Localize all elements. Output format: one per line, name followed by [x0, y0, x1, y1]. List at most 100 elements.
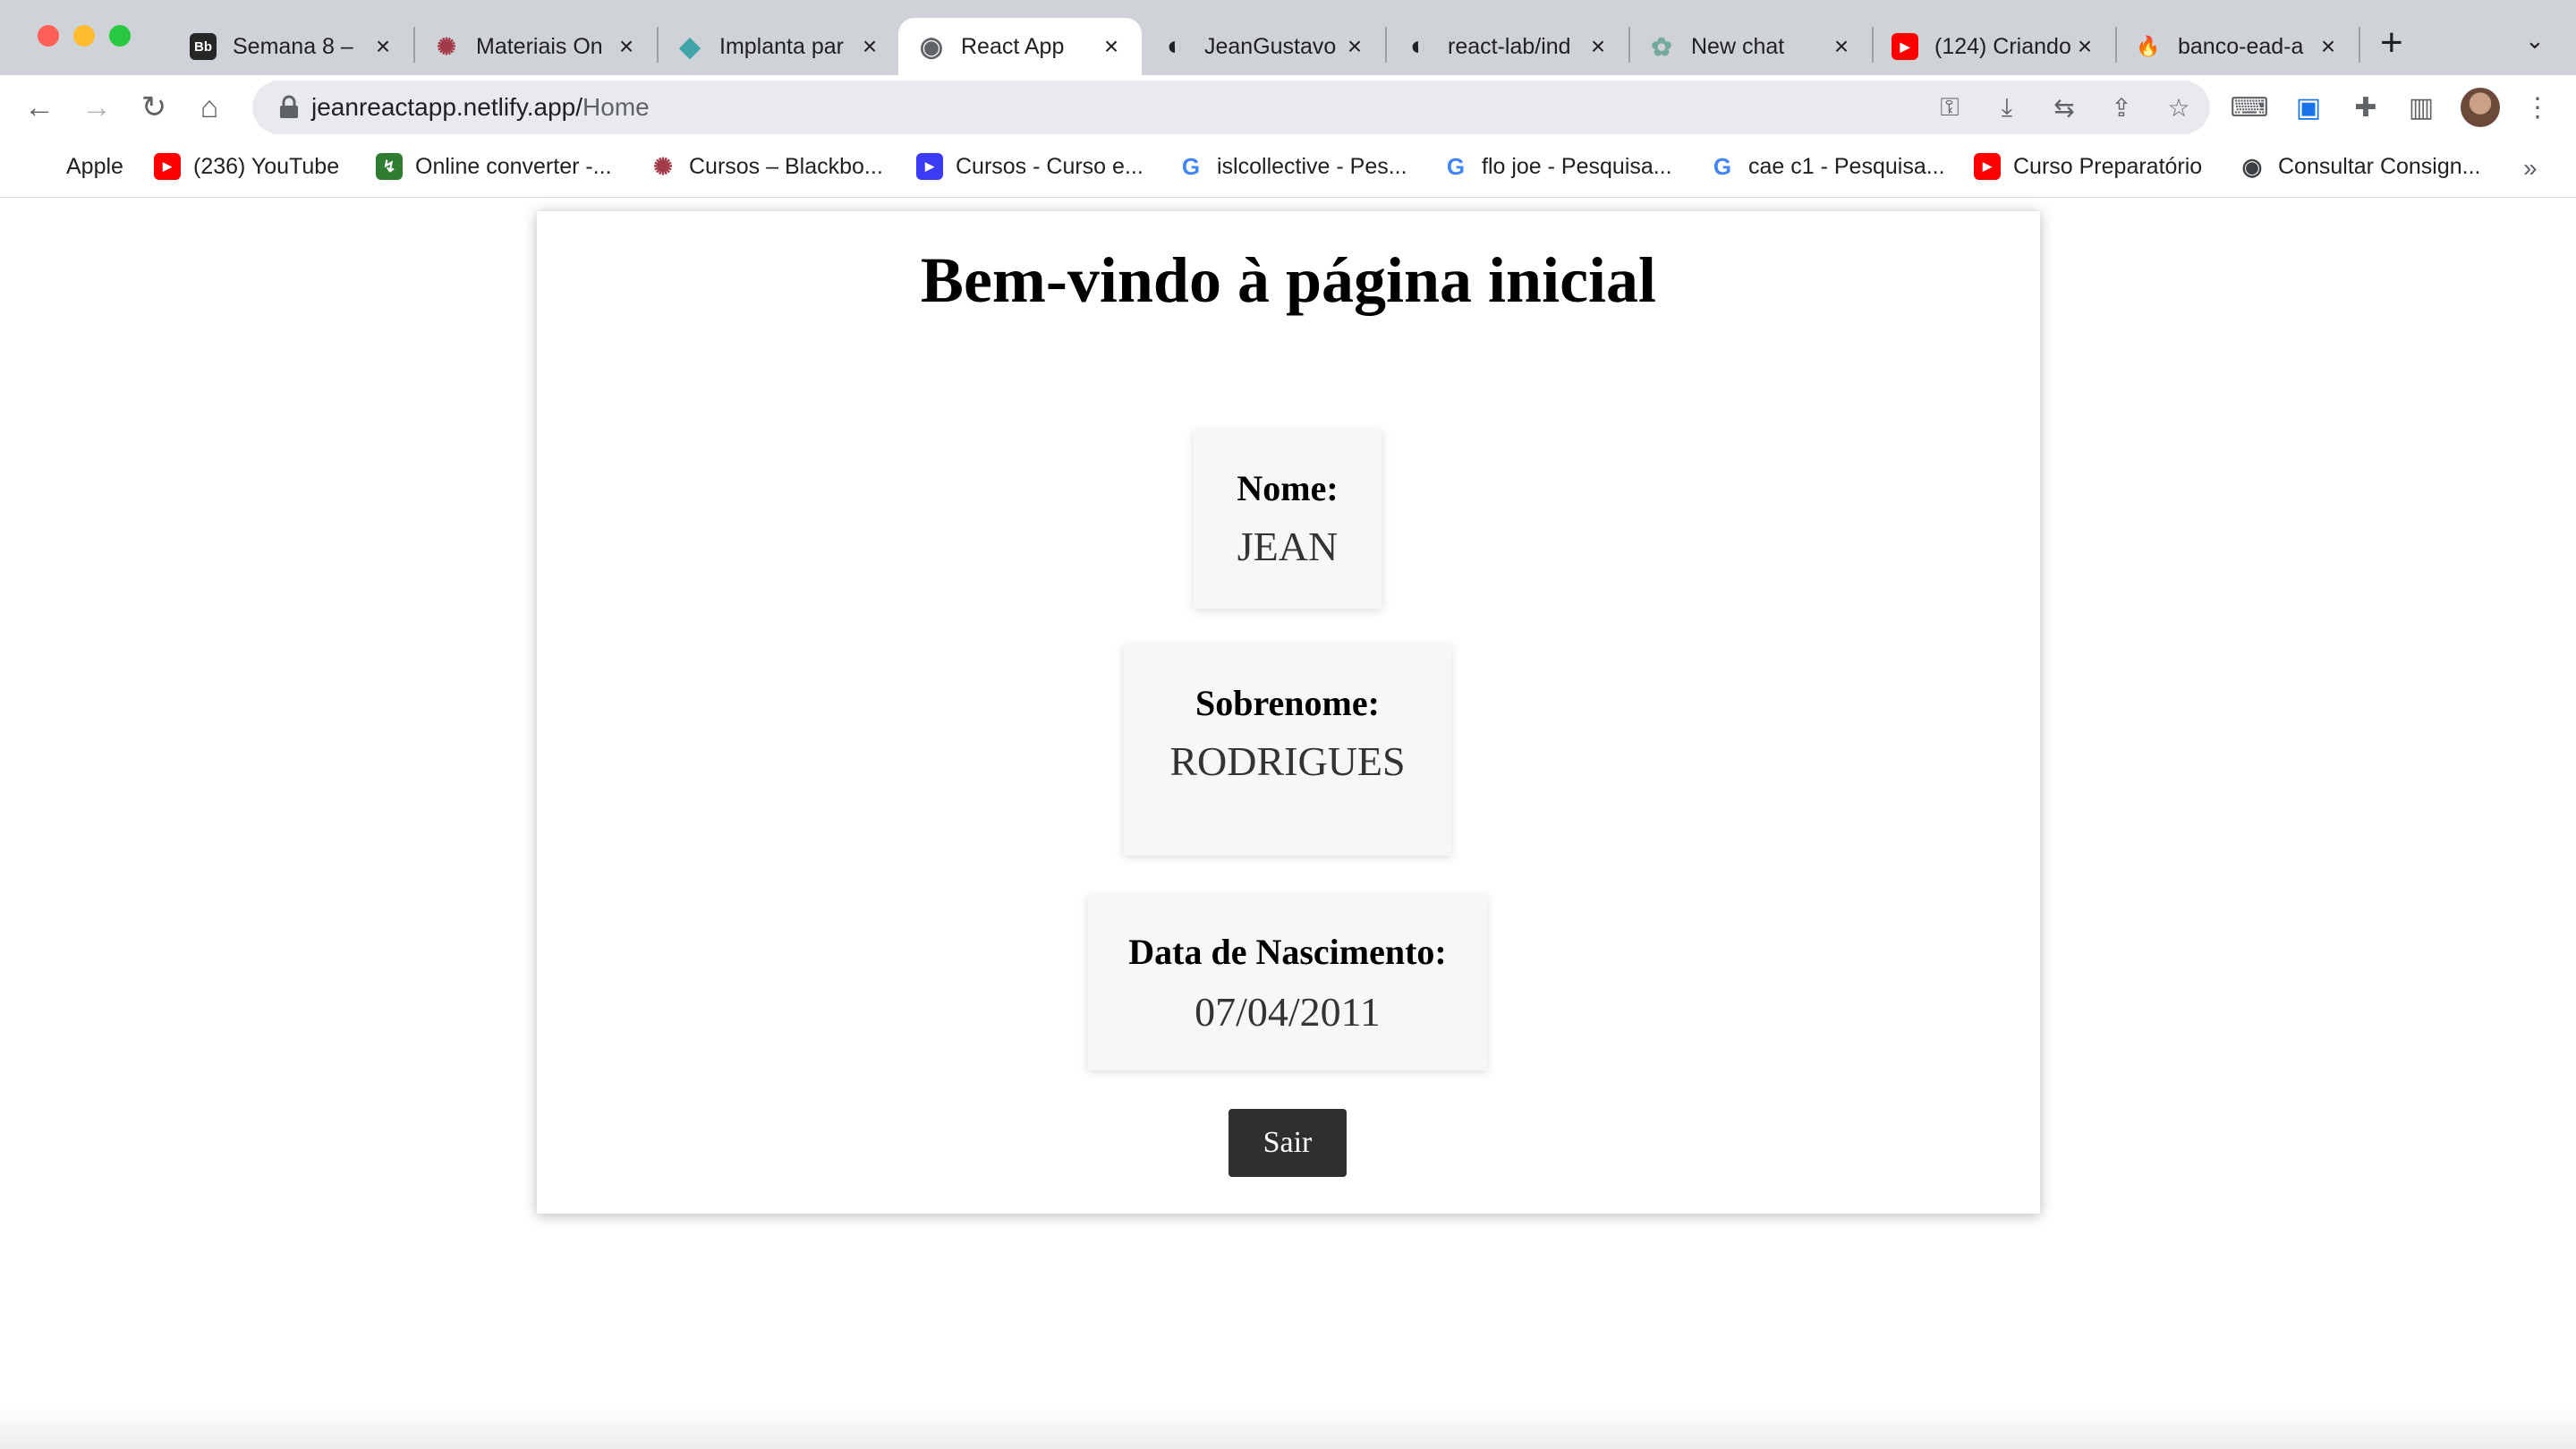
tab-title: banco-ead-a [2178, 33, 2304, 59]
tab-new-chat[interactable]: ✿ New chat × [1628, 18, 1874, 75]
bookmark-online-converter[interactable]: ↯ Online converter -... [376, 149, 612, 184]
share-icon[interactable]: ⇪ [2106, 92, 2137, 123]
close-tab-icon[interactable]: × [1342, 32, 1367, 61]
tab-title: Implanta par [719, 33, 844, 59]
address-bar[interactable]: jeanreactapp.netlify.app/Home ⚿ ⤓ ⇆ ⇪ ☆ [252, 81, 2210, 134]
converter-icon: ↯ [376, 153, 403, 180]
close-window-button[interactable] [38, 25, 59, 47]
close-tab-icon[interactable]: × [614, 32, 639, 61]
birthdate-value: 07/04/2011 [1194, 989, 1381, 1035]
install-app-icon[interactable]: ⤓ [1992, 92, 2022, 123]
bookmark-label: Online converter -... [415, 153, 612, 179]
zoom-window-button[interactable] [109, 25, 131, 47]
tab-react-lab-github[interactable]: ◐ react-lab/ind × [1385, 18, 1630, 75]
tab-banco-ead[interactable]: 🔥 banco-ead-a × [2115, 18, 2360, 75]
bookmark-label: Consultar Consign... [2278, 153, 2481, 179]
window-bottom-shadow [0, 1405, 2576, 1449]
bookmark-consultar-consign[interactable]: ◉ Consultar Consign... [2239, 149, 2481, 184]
more-menu-icon[interactable]: ⋮ [2521, 91, 2554, 124]
tab-semana-8[interactable]: Bb Semana 8 – × [170, 18, 415, 75]
bookmark-label: Cursos - Curso e... [956, 153, 1143, 179]
name-field-box: Nome: JEAN [1194, 430, 1382, 609]
bookmark-label: flo joe - Pesquisa... [1482, 153, 1672, 179]
close-tab-icon[interactable]: × [857, 32, 882, 61]
youtube-icon: ▶ [154, 153, 181, 180]
close-tab-icon[interactable]: × [1829, 32, 1854, 61]
bookmark-apple[interactable]: Apple [27, 149, 123, 184]
chatgpt-favicon-icon: ✿ [1651, 32, 1672, 61]
google-icon: G [1181, 152, 1201, 180]
bookmark-cursos-blackboard[interactable]: ✺ Cursos – Blackbo... [650, 149, 883, 184]
home-icon[interactable]: ⌂ [191, 89, 227, 125]
bookmarks-bar: Apple ▶ (236) YouTube ↯ Online converter… [0, 140, 2576, 198]
youtube-icon: ▶ [1974, 153, 2001, 180]
bookmark-label: Apple [66, 153, 123, 179]
github-favicon-icon: ◐ [1166, 31, 1184, 61]
birthdate-field-box: Data de Nascimento: 07/04/2011 [1088, 895, 1487, 1070]
tab-title: Materiais On [476, 33, 603, 59]
logout-button[interactable]: Sair [1228, 1109, 1347, 1177]
more-bookmarks-chevron-icon[interactable]: » [2523, 154, 2538, 183]
tab-react-app[interactable]: ◉ React App × [898, 18, 1142, 75]
surname-value: RODRIGUES [1169, 738, 1406, 784]
google-icon: G [1713, 152, 1732, 180]
tab-title: JeanGustavo [1204, 33, 1337, 59]
url-text[interactable]: jeanreactapp.netlify.app/Home [311, 93, 650, 122]
profile-avatar[interactable] [2461, 88, 2500, 127]
close-tab-icon[interactable]: × [2316, 32, 2341, 61]
browser-toolbar: ← → ↻ ⌂ jeanreactapp.netlify.app/Home ⚿ … [0, 75, 2576, 140]
lock-icon[interactable] [277, 95, 301, 120]
birthdate-label: Data de Nascimento: [1128, 932, 1447, 972]
tab-strip: Bb Semana 8 – × ✺ Materiais On × ◆ Impla… [0, 0, 2576, 75]
tab-implanta[interactable]: ◆ Implanta par × [657, 18, 900, 75]
bookmark-flo-joe[interactable]: G flo joe - Pesquisa... [1442, 149, 1672, 184]
close-tab-icon[interactable]: × [1586, 32, 1611, 61]
globe-favicon-icon: ◉ [919, 31, 944, 62]
translate-icon[interactable]: ⇆ [2049, 92, 2079, 123]
tab-title: React App [961, 33, 1065, 59]
bookmark-youtube[interactable]: ▶ (236) YouTube [154, 149, 339, 184]
bookmark-label: cae c1 - Pesquisa... [1748, 153, 1945, 179]
puzzle-extensions-icon[interactable]: ✚ [2350, 91, 2382, 124]
minimize-window-button[interactable] [73, 25, 95, 47]
key-icon[interactable]: ⚿ [1934, 92, 1965, 123]
bookmark-islcollective[interactable]: G islcollective - Pes... [1177, 149, 1407, 184]
extension-icon[interactable]: ▣ [2292, 91, 2325, 124]
tab-jeangustavo-github[interactable]: ◐ JeanGustavo × [1142, 18, 1387, 75]
name-label: Nome: [1237, 468, 1339, 508]
tab-title: Semana 8 – [233, 33, 353, 59]
tab-materiais-online[interactable]: ✺ Materiais On × [413, 18, 659, 75]
github-favicon-icon: ◐ [1409, 31, 1427, 61]
browser-chrome: Bb Semana 8 – × ✺ Materiais On × ◆ Impla… [0, 0, 2576, 198]
home-card: Bem-vindo à página inicial Nome: JEAN So… [537, 211, 2040, 1214]
youtube-favicon-icon: ▶ [1892, 33, 1918, 60]
university-icon: ✺ [653, 152, 673, 180]
bookmark-cursos-curso[interactable]: ▶ Cursos - Curso e... [916, 149, 1143, 184]
close-tab-icon[interactable]: × [2072, 32, 2097, 61]
apple-icon [27, 153, 54, 180]
tab-search-chevron-icon[interactable]: ⌄ [2525, 27, 2545, 55]
side-panel-icon[interactable]: ▥ [2405, 91, 2437, 124]
video-icon: ▶ [916, 153, 943, 180]
bookmark-cae-c1[interactable]: G cae c1 - Pesquisa... [1709, 149, 1945, 184]
tab-title: New chat [1691, 33, 1785, 59]
close-tab-icon[interactable]: × [370, 32, 395, 61]
bookmark-label: Curso Preparatório [2013, 153, 2203, 179]
diamond-favicon-icon: ◆ [679, 31, 701, 62]
bookmark-label: islcollective - Pes... [1217, 153, 1407, 179]
bookmark-curso-preparatorio[interactable]: ▶ Curso Preparatório [1974, 149, 2202, 184]
university-favicon-icon: ✺ [437, 32, 456, 60]
forward-arrow-icon[interactable]: → [79, 89, 115, 125]
surname-label: Sobrenome: [1195, 683, 1380, 723]
bookmark-star-icon[interactable]: ☆ [2164, 92, 2194, 123]
close-tab-icon[interactable]: × [1099, 32, 1124, 61]
name-value: JEAN [1237, 524, 1339, 569]
devtools-extension-icon[interactable]: ⌨ [2230, 91, 2268, 124]
bookmark-label: (236) YouTube [193, 153, 340, 179]
new-tab-button[interactable]: + [2380, 23, 2403, 63]
tab-title: (124) Criando [1934, 33, 2071, 59]
reload-icon[interactable]: ↻ [136, 89, 172, 125]
bookmark-label: Cursos – Blackbo... [689, 153, 883, 179]
back-arrow-icon[interactable]: ← [21, 89, 57, 125]
tab-youtube-criando[interactable]: ▶ (124) Criando × [1872, 18, 2117, 75]
